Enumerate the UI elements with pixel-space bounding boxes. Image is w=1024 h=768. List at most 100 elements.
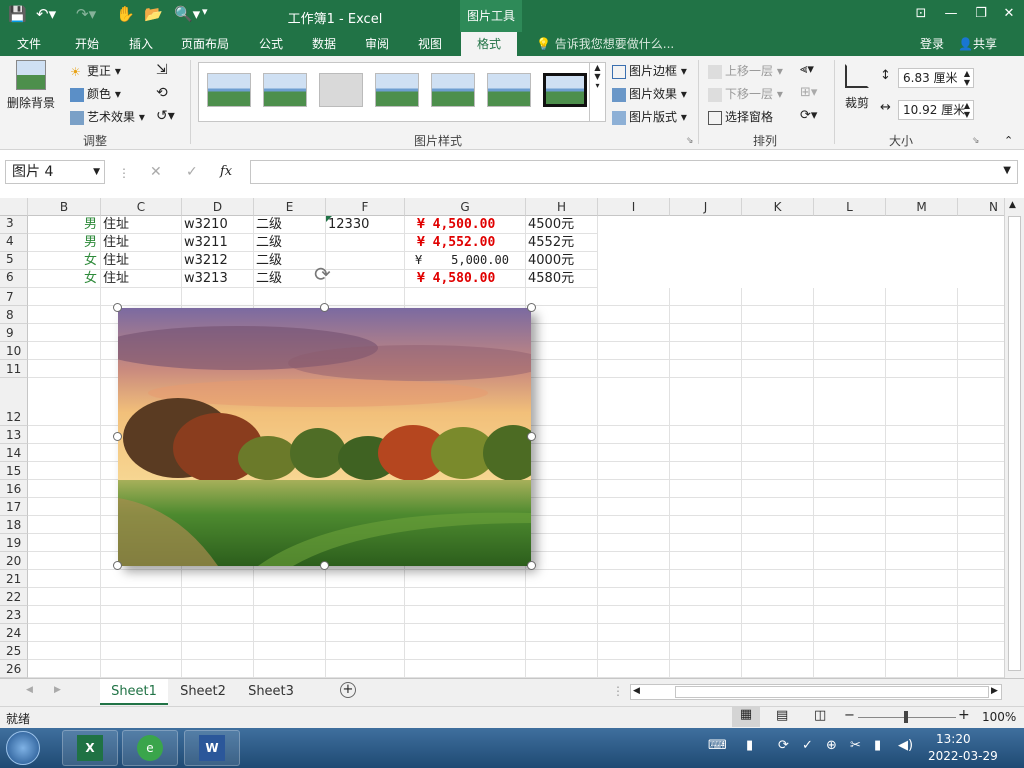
group-icon[interactable]: ⊞▾: [800, 85, 817, 100]
word-taskbar-button[interactable]: W: [184, 730, 240, 766]
prev-sheet-icon[interactable]: ◀: [26, 685, 33, 695]
select-all-corner[interactable]: [0, 198, 28, 216]
scroll-up-icon[interactable]: ▲: [1009, 200, 1016, 210]
row-header[interactable]: 10: [0, 342, 28, 360]
height-input[interactable]: 6.83 厘米 ▲ ▼: [898, 68, 974, 88]
bring-forward-button[interactable]: 上移一层 ▾: [708, 62, 783, 79]
row-header[interactable]: 4: [0, 234, 28, 252]
picture-border-button[interactable]: 图片边框 ▾: [612, 62, 687, 79]
cell-number[interactable]: [326, 234, 405, 252]
resize-handle[interactable]: [320, 561, 329, 570]
tab-review[interactable]: 审阅: [354, 32, 400, 56]
cell-address[interactable]: 住址: [101, 216, 182, 234]
column-header[interactable]: G: [405, 198, 526, 216]
page-layout-view-icon[interactable]: ▤: [776, 708, 788, 723]
row-header[interactable]: 18: [0, 516, 28, 534]
scroll-thumb[interactable]: [1008, 216, 1021, 671]
resize-handle[interactable]: [113, 432, 122, 441]
cell-number[interactable]: [326, 252, 405, 270]
row-header[interactable]: 25: [0, 642, 28, 660]
gallery-scroll[interactable]: ▲ ▼ ▾: [589, 62, 606, 122]
keyboard-icon[interactable]: ⌨: [708, 738, 727, 753]
cell-gender[interactable]: 男: [28, 216, 101, 234]
resize-handle[interactable]: [113, 303, 122, 312]
cell-number[interactable]: [326, 270, 405, 288]
cell-number[interactable]: 12330: [326, 216, 405, 234]
cell-salary-text[interactable]: 4000元: [526, 252, 598, 270]
zoom-in-icon[interactable]: +: [958, 707, 970, 723]
sheet-tab-sheet3[interactable]: Sheet3: [238, 679, 304, 705]
rotate-icon[interactable]: ⟳▾: [800, 108, 817, 123]
tab-home[interactable]: 开始: [64, 32, 110, 56]
column-header[interactable]: L: [814, 198, 886, 216]
send-backward-button[interactable]: 下移一层 ▾: [708, 85, 783, 102]
login-link[interactable]: 登录: [920, 32, 944, 56]
cell-gender[interactable]: 女: [28, 270, 101, 288]
cell-level[interactable]: 二级: [254, 234, 326, 252]
resize-handle[interactable]: [113, 561, 122, 570]
column-header[interactable]: B: [28, 198, 101, 216]
artistic-effects-button[interactable]: 艺术效果 ▾: [70, 108, 145, 125]
zoom-slider-thumb[interactable]: [904, 711, 908, 723]
vertical-scrollbar[interactable]: ▲: [1004, 198, 1024, 678]
row-header[interactable]: 14: [0, 444, 28, 462]
horizontal-scrollbar[interactable]: ◀ ▶: [630, 684, 1002, 700]
cell-gender[interactable]: 女: [28, 252, 101, 270]
picture-style-thumb[interactable]: [375, 73, 419, 107]
start-button[interactable]: [6, 731, 40, 765]
battery-icon[interactable]: ▮: [746, 738, 753, 753]
add-sheet-icon[interactable]: +: [340, 682, 356, 698]
cell-level[interactable]: 二级: [254, 216, 326, 234]
row-header[interactable]: 7: [0, 288, 28, 306]
clock-time[interactable]: 13:20: [936, 732, 971, 746]
column-header[interactable]: E: [254, 198, 326, 216]
browser-taskbar-button[interactable]: e: [122, 730, 178, 766]
row-header[interactable]: 8: [0, 306, 28, 324]
width-spinner[interactable]: ▲ ▼: [964, 101, 970, 119]
column-header[interactable]: J: [670, 198, 742, 216]
picture-style-thumb[interactable]: [207, 73, 251, 107]
chevron-down-icon[interactable]: ▼: [93, 161, 100, 183]
volume-icon[interactable]: ◀): [898, 738, 913, 753]
cell-address[interactable]: 住址: [101, 234, 182, 252]
share-button[interactable]: 👤共享: [958, 32, 997, 56]
cell-address[interactable]: 住址: [101, 252, 182, 270]
height-spinner[interactable]: ▲ ▼: [964, 69, 970, 87]
tab-data[interactable]: 数据: [301, 32, 347, 56]
reset-picture-icon[interactable]: ↺▾: [156, 108, 175, 124]
column-header[interactable]: I: [598, 198, 670, 216]
excel-taskbar-button[interactable]: X: [62, 730, 118, 766]
row-header[interactable]: 23: [0, 606, 28, 624]
scroll-right-icon[interactable]: ▶: [991, 686, 998, 696]
close-icon[interactable]: ✕: [998, 3, 1020, 25]
column-header[interactable]: N: [958, 198, 1004, 216]
compress-pictures-icon[interactable]: ⇲: [156, 62, 168, 78]
chevron-down-icon[interactable]: ▼: [1003, 165, 1011, 176]
tools-icon[interactable]: ✂: [850, 738, 861, 753]
row-header[interactable]: 16: [0, 480, 28, 498]
add-icon[interactable]: ⊕: [826, 738, 837, 753]
formula-input[interactable]: ▼: [250, 160, 1018, 184]
corrections-button[interactable]: ☀ 更正 ▾: [70, 62, 121, 79]
column-header[interactable]: F: [326, 198, 405, 216]
cell-gender[interactable]: 男: [28, 234, 101, 252]
insert-function-icon[interactable]: fx: [220, 164, 232, 179]
column-header[interactable]: M: [886, 198, 958, 216]
landscape-picture[interactable]: [118, 308, 531, 566]
change-picture-icon[interactable]: ⟲: [156, 85, 168, 101]
picture-style-thumb[interactable]: [487, 73, 531, 107]
collapse-ribbon-icon[interactable]: ⌃: [1004, 134, 1013, 147]
row-header[interactable]: 19: [0, 534, 28, 552]
selection-pane-button[interactable]: 选择窗格: [708, 108, 773, 125]
row-header[interactable]: 3: [0, 216, 28, 234]
row-header[interactable]: 13: [0, 426, 28, 444]
minimize-icon[interactable]: —: [940, 3, 962, 25]
enter-icon[interactable]: ✓: [186, 164, 198, 180]
network-icon[interactable]: ▮: [874, 738, 881, 753]
picture-style-thumb[interactable]: [319, 73, 363, 107]
row-header[interactable]: 17: [0, 498, 28, 516]
cell-id[interactable]: w3211: [182, 234, 254, 252]
cell-id[interactable]: w3212: [182, 252, 254, 270]
cell-salary[interactable]: ¥ 4,580.00: [405, 270, 526, 288]
width-input[interactable]: 10.92 厘米 ▲ ▼: [898, 100, 974, 120]
